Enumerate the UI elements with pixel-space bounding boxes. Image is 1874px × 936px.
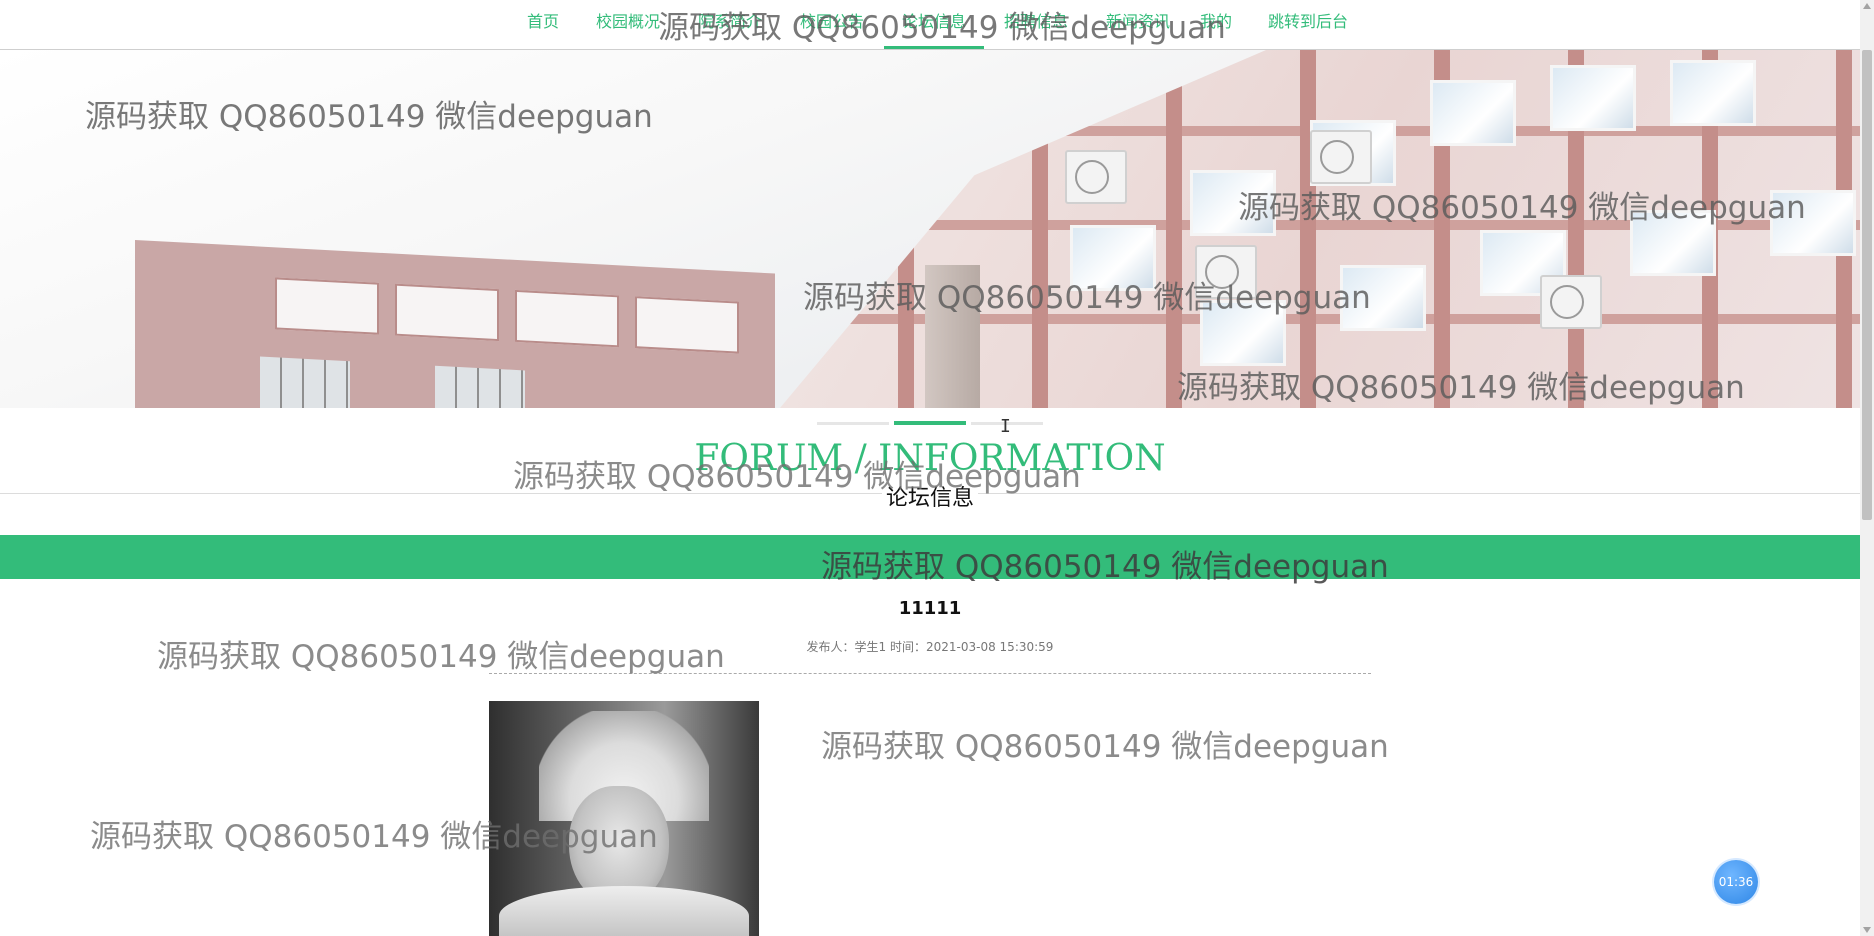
nav-item-backend[interactable]: 跳转到后台 <box>1264 0 1352 49</box>
post-meta: 发布人：学生1 时间：2021-03-08 15:30:59 <box>806 640 1054 654</box>
nav-item-mine[interactable]: 我的 <box>1196 0 1236 49</box>
scroll-down-arrow-icon[interactable] <box>1863 927 1871 933</box>
timer-bubble[interactable]: 01:36 <box>1714 860 1758 904</box>
nav-item-home[interactable]: 首页 <box>523 0 563 49</box>
banner-carousel[interactable] <box>0 50 1860 408</box>
section-title-en: FORUM / INFORMATION <box>694 438 1166 479</box>
section-green-bar <box>0 535 1860 579</box>
nav-item-news[interactable]: 新闻资讯 <box>1102 0 1174 49</box>
slider-indicator-1[interactable] <box>817 422 889 425</box>
post-image <box>489 701 759 936</box>
post-title: 11111 <box>898 598 962 619</box>
nav-item-jobs[interactable]: 招聘信息 <box>1000 0 1072 49</box>
text-cursor-icon: I <box>1000 416 1011 437</box>
top-navigation: 首页 校园概况 院系简介 校园公告 论坛信息 招聘信息 新闻资讯 我的 跳转到后… <box>0 0 1860 50</box>
watermark: 源码获取 QQ86050149 微信deepguan <box>821 729 1389 765</box>
section-title-cn-text: 论坛信息 <box>881 486 978 511</box>
scroll-up-arrow-icon[interactable] <box>1863 3 1871 9</box>
slider-indicator-2[interactable] <box>894 421 966 425</box>
post-divider <box>489 673 1371 674</box>
page-scrollbar[interactable] <box>1860 0 1874 936</box>
nav-item-forum[interactable]: 论坛信息 <box>883 0 985 49</box>
nav-item-campus-overview[interactable]: 校园概况 <box>592 0 664 49</box>
scrollbar-thumb[interactable] <box>1862 50 1872 520</box>
section-title-cn: 论坛信息 <box>0 480 1860 512</box>
nav-item-departments[interactable]: 院系简介 <box>694 0 766 49</box>
nav-item-announcements[interactable]: 校园公告 <box>796 0 868 49</box>
tower-image <box>925 265 980 408</box>
